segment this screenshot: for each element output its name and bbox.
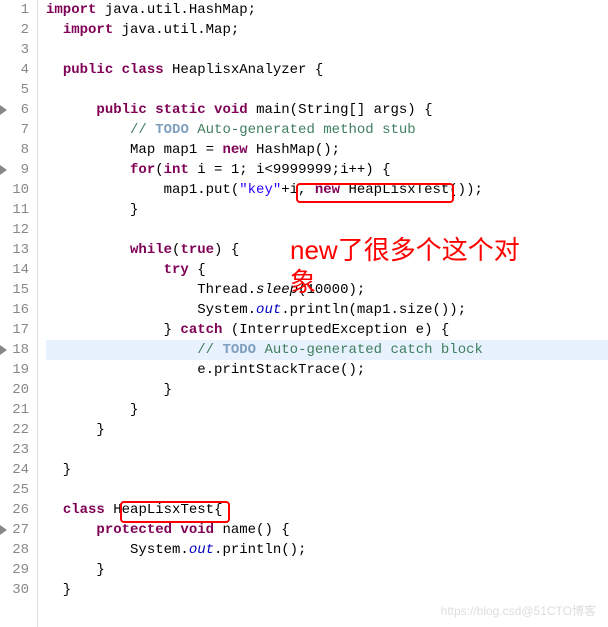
code-line[interactable]: import java.util.HashMap; bbox=[46, 0, 608, 20]
code-line[interactable]: } bbox=[46, 560, 608, 580]
line-number: 2 bbox=[0, 20, 33, 40]
code-line[interactable]: import java.util.Map; bbox=[46, 20, 608, 40]
gutter-marker-icon bbox=[0, 105, 7, 115]
line-number: 4 bbox=[0, 60, 33, 80]
code-line[interactable]: // TODO Auto-generated catch block bbox=[46, 340, 608, 360]
line-number: 15 bbox=[0, 280, 33, 300]
code-line[interactable] bbox=[46, 220, 608, 240]
code-line[interactable]: public static void main(String[] args) { bbox=[46, 100, 608, 120]
line-number: 6 bbox=[0, 100, 33, 120]
code-line[interactable]: } bbox=[46, 460, 608, 480]
code-line[interactable] bbox=[46, 40, 608, 60]
gutter-marker-icon bbox=[0, 165, 7, 175]
code-line[interactable]: Map map1 = new HashMap(); bbox=[46, 140, 608, 160]
line-number: 19 bbox=[0, 360, 33, 380]
line-number: 5 bbox=[0, 80, 33, 100]
line-number: 27 bbox=[0, 520, 33, 540]
code-line[interactable]: protected void name() { bbox=[46, 520, 608, 540]
line-number: 7 bbox=[0, 120, 33, 140]
line-number: 12 bbox=[0, 220, 33, 240]
code-line[interactable] bbox=[46, 480, 608, 500]
code-line[interactable]: } catch (InterruptedException e) { bbox=[46, 320, 608, 340]
line-number: 20 bbox=[0, 380, 33, 400]
code-line[interactable]: e.printStackTrace(); bbox=[46, 360, 608, 380]
code-line[interactable]: for(int i = 1; i<9999999;i++) { bbox=[46, 160, 608, 180]
line-number: 9 bbox=[0, 160, 33, 180]
line-number: 13 bbox=[0, 240, 33, 260]
gutter-marker-icon bbox=[0, 525, 7, 535]
code-line[interactable]: } bbox=[46, 420, 608, 440]
line-number: 23 bbox=[0, 440, 33, 460]
code-line[interactable]: System.out.println(map1.size()); bbox=[46, 300, 608, 320]
line-gutter: 1234567891011121314151617181920212223242… bbox=[0, 0, 38, 627]
code-line[interactable] bbox=[46, 80, 608, 100]
line-number: 24 bbox=[0, 460, 33, 480]
line-number: 28 bbox=[0, 540, 33, 560]
line-number: 8 bbox=[0, 140, 33, 160]
code-line[interactable] bbox=[46, 440, 608, 460]
line-number: 1 bbox=[0, 0, 33, 20]
code-line[interactable]: Thread.sleep(10000); bbox=[46, 280, 608, 300]
code-area[interactable]: import java.util.HashMap; import java.ut… bbox=[38, 0, 608, 627]
gutter-marker-icon bbox=[0, 345, 7, 355]
code-editor: 1234567891011121314151617181920212223242… bbox=[0, 0, 608, 627]
line-number: 21 bbox=[0, 400, 33, 420]
watermark: https://blog.csd@51CTO博客 bbox=[441, 602, 596, 619]
line-number: 11 bbox=[0, 200, 33, 220]
code-line[interactable]: try { bbox=[46, 260, 608, 280]
line-number: 17 bbox=[0, 320, 33, 340]
code-line[interactable]: public class HeaplisxAnalyzer { bbox=[46, 60, 608, 80]
code-line[interactable]: } bbox=[46, 580, 608, 600]
code-line[interactable]: System.out.println(); bbox=[46, 540, 608, 560]
line-number: 22 bbox=[0, 420, 33, 440]
code-line[interactable]: } bbox=[46, 400, 608, 420]
code-line[interactable]: } bbox=[46, 200, 608, 220]
line-number: 18 bbox=[0, 340, 33, 360]
code-line[interactable]: class HeapLisxTest{ bbox=[46, 500, 608, 520]
line-number: 3 bbox=[0, 40, 33, 60]
line-number: 30 bbox=[0, 580, 33, 600]
code-line[interactable]: while(true) { bbox=[46, 240, 608, 260]
line-number: 25 bbox=[0, 480, 33, 500]
code-line[interactable]: // TODO Auto-generated method stub bbox=[46, 120, 608, 140]
line-number: 16 bbox=[0, 300, 33, 320]
line-number: 14 bbox=[0, 260, 33, 280]
code-line[interactable]: } bbox=[46, 380, 608, 400]
line-number: 26 bbox=[0, 500, 33, 520]
code-line[interactable]: map1.put("key"+i, new HeapLisxTest()); bbox=[46, 180, 608, 200]
line-number: 29 bbox=[0, 560, 33, 580]
line-number: 10 bbox=[0, 180, 33, 200]
